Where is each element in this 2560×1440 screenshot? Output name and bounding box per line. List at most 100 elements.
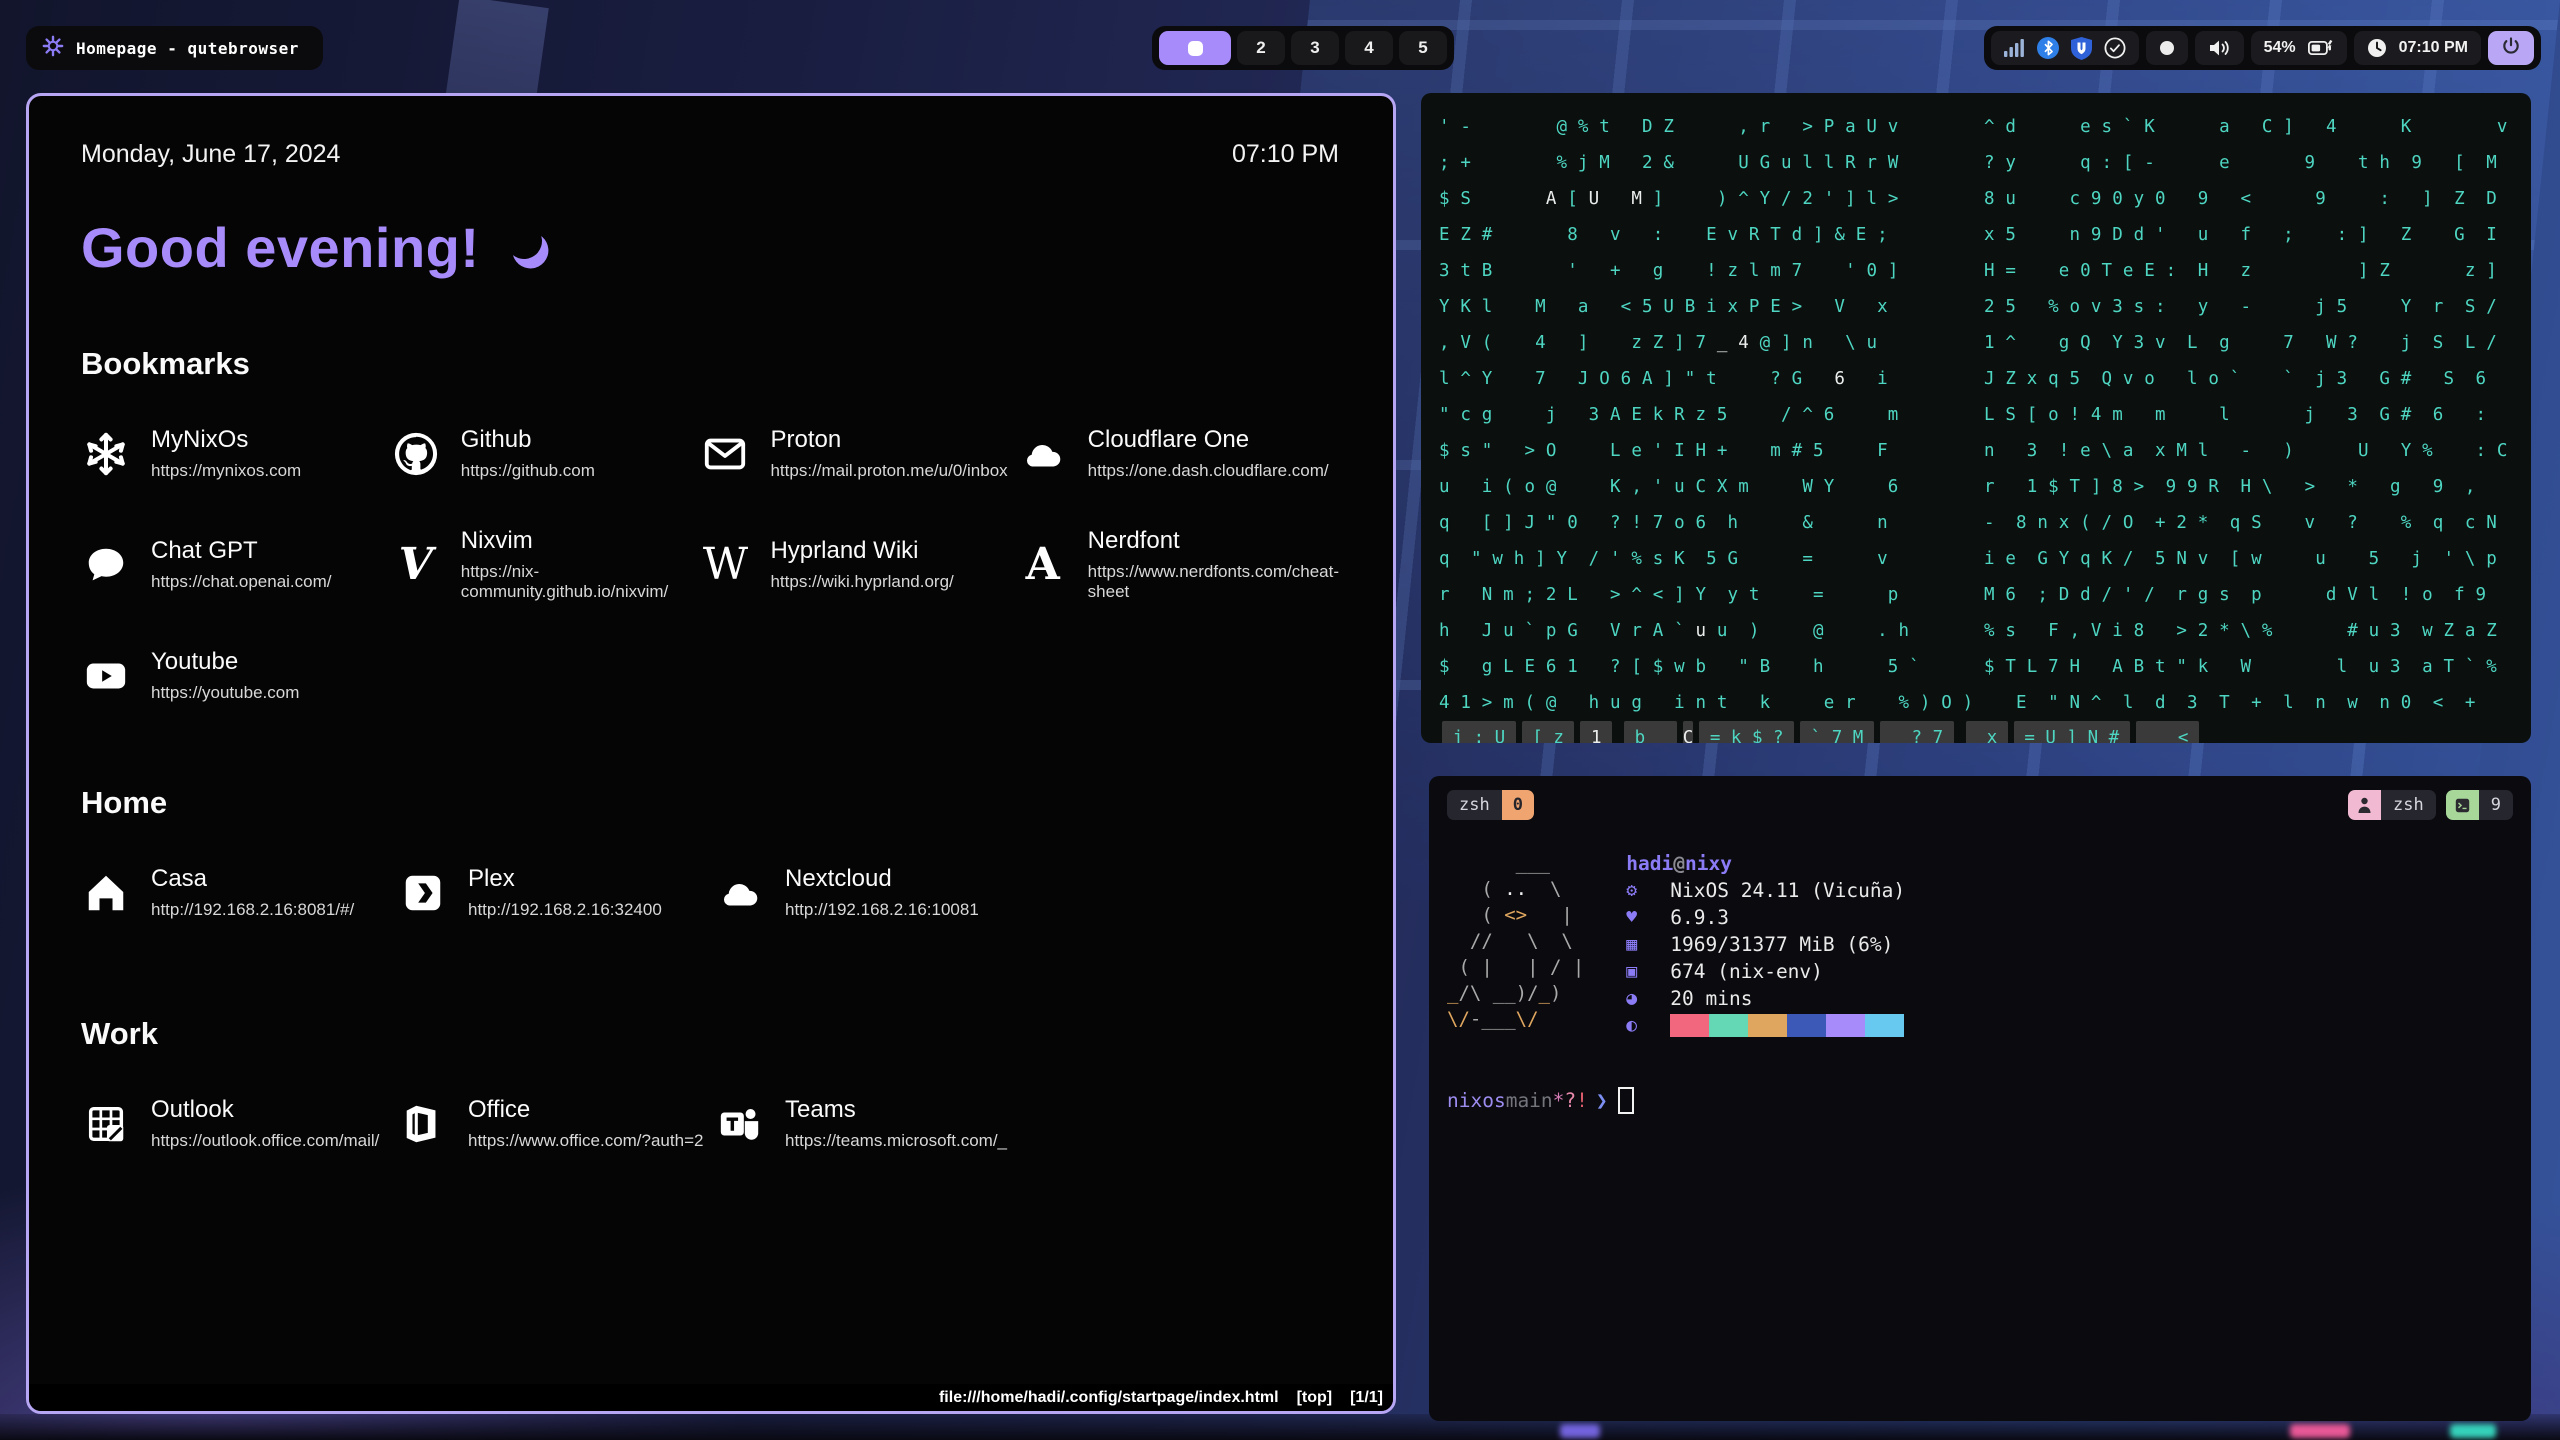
bookmark-link-github[interactable]: Github https://github.com: [391, 426, 691, 481]
session-user-widget[interactable]: zsh: [2348, 790, 2436, 820]
neon-sign-teal: [2450, 1424, 2496, 1438]
tab-label: zsh: [1447, 790, 1502, 820]
fastfetch-info-value: 6.9.3: [1670, 904, 1729, 931]
tab-zsh-active[interactable]: zsh 0: [1447, 790, 1534, 820]
prompt-git-flag: !: [1576, 1089, 1588, 1112]
fastfetch-info-line: ▣674 (nix-env): [1626, 958, 1905, 985]
recorder-indicator[interactable]: [2146, 31, 2188, 65]
outlook-icon: [81, 1099, 131, 1149]
qutebrowser-statusbar: file:///home/hadi/.config/startpage/inde…: [29, 1384, 1393, 1411]
fastfetch-palette-row: ◐: [1626, 1012, 1905, 1039]
bookmark-link-chat-gpt[interactable]: Chat GPThttps://chat.openai.com/: [81, 527, 381, 602]
bookmark-link-casa[interactable]: Casa http://192.168.2.16:8081/#/: [81, 865, 388, 920]
palette-icon: ◐: [1626, 1012, 1670, 1039]
bookmark-link-office[interactable]: Officehttps://www.office.com/?auth=2: [398, 1096, 705, 1151]
cloud-icon: [1018, 429, 1068, 479]
fastfetch-info-line: ◕20 mins: [1626, 985, 1905, 1012]
fastfetch-title: hadi@nixy: [1626, 850, 1905, 877]
bookmark-sections: BookmarksMyNixOshttps://mynixos.comGithu…: [81, 346, 1339, 1151]
bookmark-link-mynixos[interactable]: MyNixOshttps://mynixos.com: [81, 426, 381, 481]
bookmark-url: http://192.168.2.16:10081: [785, 900, 979, 920]
power-icon: [2501, 36, 2521, 61]
statusbar-url: file:///home/hadi/.config/startpage/inde…: [939, 1389, 1279, 1407]
bookmark-url: https://teams.microsoft.com/_: [785, 1131, 1007, 1151]
bookmark-url: https://www.office.com/?auth=2: [468, 1131, 703, 1151]
greeting-text: Good evening!: [81, 215, 480, 280]
qutebrowser-window[interactable]: Monday, June 17, 2024 07:10 PM Good even…: [26, 93, 1396, 1414]
teams-icon: [715, 1099, 765, 1149]
bookmark-link-nerdfont[interactable]: ANerdfonthttps://www.nerdfonts.com/cheat…: [1018, 527, 1339, 602]
statusbar-scroll-position: [top]: [1297, 1389, 1333, 1407]
tray-status-icons[interactable]: [1991, 31, 2139, 65]
bookmark-name: Plex: [468, 865, 662, 893]
bookmark-link-plex[interactable]: Plex http://192.168.2.16:32400: [398, 865, 705, 920]
record-dot-icon: [2159, 40, 2175, 56]
bookmark-url: https://chat.openai.com/: [151, 572, 332, 592]
workspace-button-2[interactable]: 2: [1237, 31, 1285, 65]
bookmark-url: https://mail.proton.me/u/0/inbox: [770, 461, 1007, 481]
workspace-button-1[interactable]: [1159, 31, 1231, 65]
fastfetch-info-line: ▦1969/31377 MiB (6%): [1626, 931, 1905, 958]
nix-snowflake-icon: [81, 429, 131, 479]
session-count: 9: [2479, 790, 2513, 820]
kernel-icon: ♥: [1626, 904, 1670, 931]
statusbar-tab-counter: [1/1]: [1350, 1389, 1383, 1407]
palette-swatch: [1748, 1014, 1787, 1037]
battery-percent-label: 54%: [2264, 39, 2296, 57]
workspace-button-3[interactable]: 3: [1291, 31, 1339, 65]
bookmark-link-nixvim[interactable]: VNixvimhttps://nix-community.github.io/n…: [391, 527, 691, 602]
bookmark-link-proton[interactable]: Protonhttps://mail.proton.me/u/0/inbox: [700, 426, 1007, 481]
section-heading-work: Work: [81, 1016, 1339, 1052]
power-button[interactable]: [2488, 31, 2534, 65]
bookmark-name: Outlook: [151, 1096, 379, 1124]
cloud-icon: [715, 868, 765, 918]
matrix-bottom-row: j : U [ z 1 b C = k $ ? ` 7 M ? 7 x = U …: [1439, 721, 2517, 743]
bookmark-name: Nixvim: [461, 527, 691, 555]
bookmark-name: Teams: [785, 1096, 1007, 1124]
user-icon: [2348, 790, 2381, 820]
bookmark-grid: MyNixOshttps://mynixos.com Github https://…: [81, 426, 1339, 703]
session-count-widget[interactable]: 9: [2446, 790, 2513, 820]
matrix-terminal-window[interactable]: ' - @ % t D Z , r > P a U v ^ d e s ` K …: [1421, 93, 2531, 743]
bookmark-name: Cloudflare One: [1088, 426, 1329, 454]
matrix-rain-text: ' - @ % t D Z , r > P a U v ^ d e s ` K …: [1439, 109, 2517, 721]
bookmark-link-youtube[interactable]: Youtubehttps://youtube.com: [81, 648, 381, 703]
bookmark-url: http://192.168.2.16:8081/#/: [151, 900, 354, 920]
bookmark-link-nextcloud[interactable]: Nextcloud http://192.168.2.16:10081: [715, 865, 1022, 920]
prompt-git-dirty-flag: *: [1553, 1089, 1565, 1112]
bookmark-link-hyprland-wiki[interactable]: WHyprland Wikihttps://wiki.hyprland.org/: [700, 527, 1007, 602]
bluetooth-icon: [2037, 37, 2059, 59]
prompt-directory: nixos: [1447, 1089, 1506, 1112]
clock-widget[interactable]: 07:10 PM: [2354, 31, 2481, 65]
bookmark-name: Hyprland Wiki: [770, 537, 953, 565]
bookmark-link-cloudflare-one[interactable]: Cloudflare Onehttps://one.dash.cloudflar…: [1018, 426, 1339, 481]
terminal-cursor: [1618, 1087, 1634, 1114]
section-heading-bookmarks: Bookmarks: [81, 346, 1339, 382]
clock-label: 07:10 PM: [2399, 39, 2468, 57]
bookmark-link-teams[interactable]: Teams https://teams.microsoft.com/_: [715, 1096, 1022, 1151]
workspace-button-4[interactable]: 4: [1345, 31, 1393, 65]
bookmark-name: Casa: [151, 865, 354, 893]
bookmark-name: Youtube: [151, 648, 299, 676]
bookmark-name: Nerdfont: [1088, 527, 1339, 555]
neon-sign-pink: [2290, 1424, 2350, 1438]
letter-a-icon: A: [1018, 540, 1068, 590]
bookmark-url: http://192.168.2.16:32400: [468, 900, 662, 920]
volume-control[interactable]: [2195, 31, 2244, 65]
bookmark-url: https://outlook.office.com/mail/: [151, 1131, 379, 1151]
terminal-icon: [2446, 790, 2479, 820]
workspace-button-5[interactable]: 5: [1399, 31, 1447, 65]
bookmark-link-outlook[interactable]: Outlook https://outlook.office.com/mail/: [81, 1096, 388, 1151]
bookmark-name: Github: [461, 426, 595, 454]
shell-terminal-window[interactable]: zsh 0 zsh 9 ___ ( .. \ ( <> | // \ \ ( |…: [1429, 776, 2531, 1421]
prompt-git-untracked-flag: ?: [1564, 1089, 1576, 1112]
fastfetch-info-value: 674 (nix-env): [1670, 958, 1823, 985]
bookmark-url: https://github.com: [461, 461, 595, 481]
shell-prompt[interactable]: nixos main * ? ! ❯: [1447, 1087, 2513, 1114]
battery-status[interactable]: 54%: [2251, 31, 2347, 65]
bookmark-name: Nextcloud: [785, 865, 979, 893]
battery-charging-icon: [2308, 40, 2334, 56]
system-tray: 54% 07:10 PM: [1984, 26, 2541, 70]
session-shell-label: zsh: [2381, 790, 2436, 820]
clock-icon: [2367, 38, 2387, 58]
